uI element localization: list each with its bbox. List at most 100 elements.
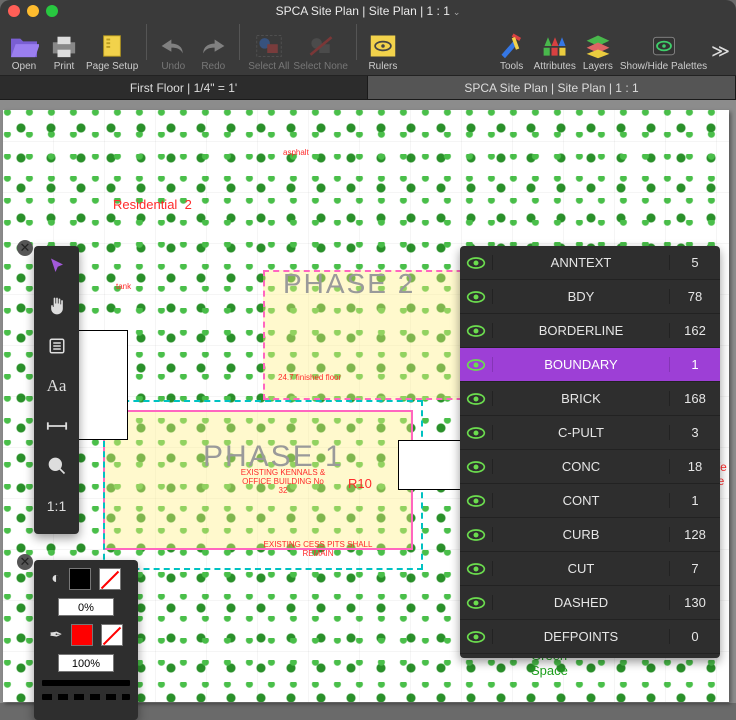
visibility-toggle[interactable] [460, 593, 492, 613]
layer-row[interactable]: ANNTEXT5 [460, 246, 720, 280]
layer-name: CONT [492, 493, 670, 508]
fill-opacity-field[interactable]: 0% [58, 598, 114, 616]
layer-row[interactable]: CONC18 [460, 450, 720, 484]
cesspits-label: EXISTING CESS PITS SHALL REMAIN [263, 540, 373, 558]
layer-row[interactable]: C-PULT3 [460, 416, 720, 450]
attributes-button[interactable]: Attributes [534, 31, 576, 72]
pan-tool[interactable] [34, 286, 79, 326]
layer-count: 130 [670, 595, 720, 610]
canvas-area: PHASE 1 PHASE 2 PHASE 4 Residential 2 24… [0, 100, 736, 703]
stroke-opacity-field[interactable]: 100% [58, 654, 114, 672]
layer-count: 128 [670, 527, 720, 542]
layer-row[interactable]: BORDERLINE162 [460, 314, 720, 348]
toolbar-label: Layers [583, 61, 613, 72]
visibility-toggle[interactable] [460, 525, 492, 545]
zoom-tool[interactable] [34, 446, 79, 486]
layer-name: BOUNDARY [492, 357, 670, 372]
close-icon[interactable]: ✕ [17, 554, 33, 570]
line-style-solid[interactable] [42, 680, 130, 686]
layer-count: 168 [670, 391, 720, 406]
layers-panel[interactable]: ✕ ANNTEXT5BDY78BORDERLINE162BOUNDARY1BRI… [460, 246, 720, 658]
toolbar-label: Print [54, 61, 75, 72]
tank-label: tank [116, 282, 131, 291]
stroke-icon[interactable]: ✒ [49, 625, 62, 645]
layer-row[interactable]: BRICK168 [460, 382, 720, 416]
toolbar-label: Undo [161, 61, 185, 72]
toolbar-label: Tools [500, 61, 523, 72]
visibility-toggle[interactable] [460, 627, 492, 647]
print-button[interactable]: Print [46, 31, 82, 72]
scale-tool[interactable]: 1:1 [34, 486, 79, 526]
layer-row[interactable]: CURB128 [460, 518, 720, 552]
layer-count: 7 [670, 561, 720, 576]
asphalt-label: asphalt [283, 148, 309, 157]
open-icon [7, 31, 41, 61]
fill-icon[interactable]: ◐ [51, 570, 61, 588]
undo-icon [156, 31, 190, 61]
layer-row[interactable]: BOUNDARY1 [460, 348, 720, 382]
stroke-swatch-none[interactable] [101, 624, 123, 646]
layer-name: CURB [492, 527, 670, 542]
palettes-icon [647, 31, 681, 61]
fill-swatch-black[interactable] [69, 568, 91, 590]
layer-row[interactable]: DASHED130 [460, 586, 720, 620]
select-none-icon [304, 31, 338, 61]
window-title[interactable]: SPCA Site Plan | Site Plan | 1 : 1⌄ [0, 4, 736, 18]
stroke-swatch-red[interactable] [71, 624, 93, 646]
redo-icon [196, 31, 230, 61]
pointer-tool[interactable] [34, 246, 79, 286]
select-all-button: Select All [248, 31, 289, 72]
visibility-toggle[interactable] [460, 423, 492, 443]
layer-name: BORDERLINE [492, 323, 670, 338]
visibility-toggle[interactable] [460, 491, 492, 511]
layer-row[interactable]: DEFPOINTS0 [460, 620, 720, 654]
visibility-toggle[interactable] [460, 457, 492, 477]
layers-icon [581, 31, 615, 61]
layer-count: 3 [670, 425, 720, 440]
page-setup-button[interactable]: Page Setup [86, 31, 138, 72]
chevron-down-icon: ⌄ [453, 7, 461, 17]
open-button[interactable]: Open [6, 31, 42, 72]
visibility-toggle[interactable] [460, 389, 492, 409]
document-tab[interactable]: First Floor | 1/4" = 1' [0, 76, 368, 99]
residential-label: Residential 2 [113, 197, 192, 212]
toolbar-overflow-button[interactable]: ≫ [711, 41, 730, 72]
visibility-toggle[interactable] [460, 321, 492, 341]
layer-name: ANNTEXT [492, 255, 670, 270]
visibility-toggle[interactable] [460, 355, 492, 375]
layer-name: CONC [492, 459, 670, 474]
fill-swatch-none[interactable] [99, 568, 121, 590]
layers-button[interactable]: Layers [580, 31, 616, 72]
attributes-palette[interactable]: ✕ ◐ 0% ✒ 100% [34, 560, 138, 720]
toolbar-label: Show/Hide Palettes [620, 61, 707, 72]
minimize-window-button[interactable] [27, 5, 39, 17]
zoom-window-button[interactable] [46, 5, 58, 17]
palettes-button[interactable]: Show/Hide Palettes [620, 31, 707, 72]
floor-label: 24.7 finished floor [278, 373, 341, 382]
tools-palette[interactable]: ✕ Aa 1:1 [34, 246, 79, 534]
list-tool[interactable] [34, 326, 79, 366]
close-window-button[interactable] [8, 5, 20, 17]
layer-row[interactable]: CUT7 [460, 552, 720, 586]
toolbar-label: Attributes [534, 61, 576, 72]
undo-button: Undo [155, 31, 191, 72]
kennels-label: EXISTING KENNALS & OFFICE BUILDING No 32 [238, 468, 328, 495]
visibility-toggle[interactable] [460, 287, 492, 307]
visibility-toggle[interactable] [460, 559, 492, 579]
print-icon [47, 31, 81, 61]
redo-button: Redo [195, 31, 231, 72]
select-all-icon [252, 31, 286, 61]
dimension-tool[interactable] [34, 406, 79, 446]
close-icon[interactable]: ✕ [17, 240, 33, 256]
layer-name: CUT [492, 561, 670, 576]
layer-row[interactable]: BDY78 [460, 280, 720, 314]
layer-count: 1 [670, 357, 720, 372]
text-tool[interactable]: Aa [34, 366, 79, 406]
rulers-button[interactable]: Rulers [365, 31, 401, 72]
titlebar: SPCA Site Plan | Site Plan | 1 : 1⌄ [0, 0, 736, 22]
visibility-toggle[interactable] [460, 253, 492, 273]
tools-button[interactable]: Tools [494, 31, 530, 72]
line-style-dashed[interactable] [42, 694, 130, 700]
layer-row[interactable]: CONT1 [460, 484, 720, 518]
document-tab[interactable]: SPCA Site Plan | Site Plan | 1 : 1 [368, 76, 736, 99]
